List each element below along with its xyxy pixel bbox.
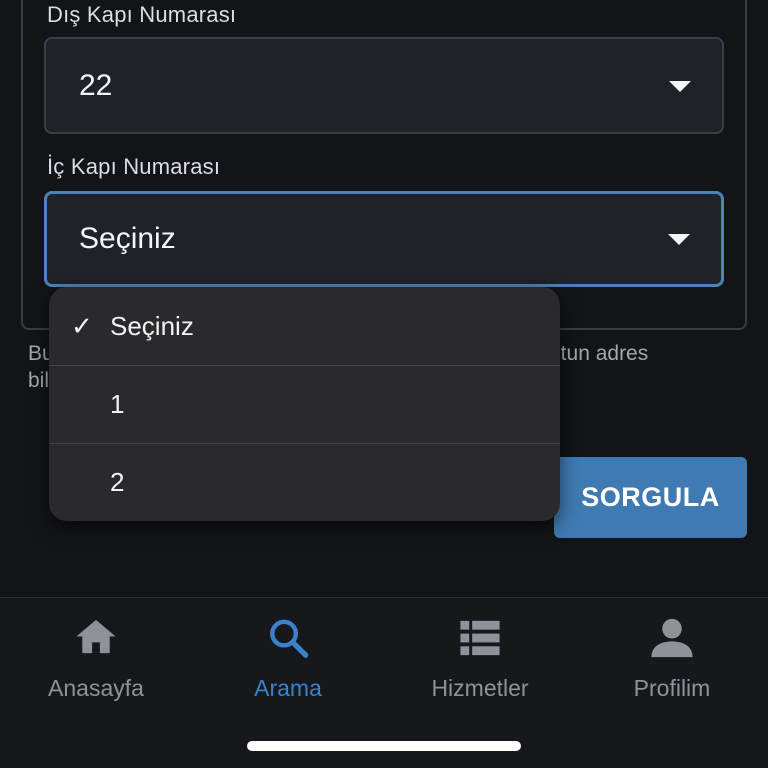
outer-door-number-select[interactable]: 22 xyxy=(44,37,724,134)
dropdown-option-label: Seçiniz xyxy=(110,310,194,341)
home-indicator[interactable] xyxy=(247,741,521,751)
inner-door-number-value: Seçiniz xyxy=(79,222,176,255)
caret-down-icon xyxy=(669,80,691,92)
tab-label: Anasayfa xyxy=(48,675,144,701)
tab-anasayfa[interactable]: Anasayfa xyxy=(0,612,192,702)
dropdown-option-label: 1 xyxy=(110,389,125,419)
person-icon xyxy=(651,618,693,658)
query-button[interactable]: SORGULA xyxy=(554,457,747,538)
outer-door-number-label: Dış Kapı Numarası xyxy=(47,2,237,27)
tab-arama[interactable]: Arama xyxy=(192,612,384,702)
inner-door-number-label: İç Kapı Numarası xyxy=(47,154,221,179)
dropdown-option-label: 2 xyxy=(110,467,125,497)
inner-door-number-select[interactable]: Seçiniz xyxy=(44,191,724,287)
search-icon xyxy=(270,619,309,658)
list-icon xyxy=(460,620,500,656)
tab-label: Hizmetler xyxy=(431,675,529,701)
inner-door-number-dropdown: ✓ Seçiniz 1 2 xyxy=(49,287,560,521)
dropdown-option-seciniz[interactable]: ✓ Seçiniz xyxy=(49,287,560,365)
caret-down-icon xyxy=(668,234,690,245)
dropdown-option-1[interactable]: 1 xyxy=(49,365,560,443)
dropdown-option-2[interactable]: 2 xyxy=(49,443,560,521)
screen: Dış Kapı Numarası 22 İç Kapı Numarası Se… xyxy=(0,0,768,768)
tab-profilim[interactable]: Profilim xyxy=(576,612,768,702)
tab-label: Arama xyxy=(254,675,322,701)
home-icon xyxy=(76,619,116,654)
checkmark-icon: ✓ xyxy=(71,311,93,341)
tab-hizmetler[interactable]: Hizmetler xyxy=(384,612,576,702)
tab-label: Profilim xyxy=(633,675,711,701)
outer-door-number-value: 22 xyxy=(79,68,113,102)
info-text-line1-end: utun adres xyxy=(549,342,649,365)
